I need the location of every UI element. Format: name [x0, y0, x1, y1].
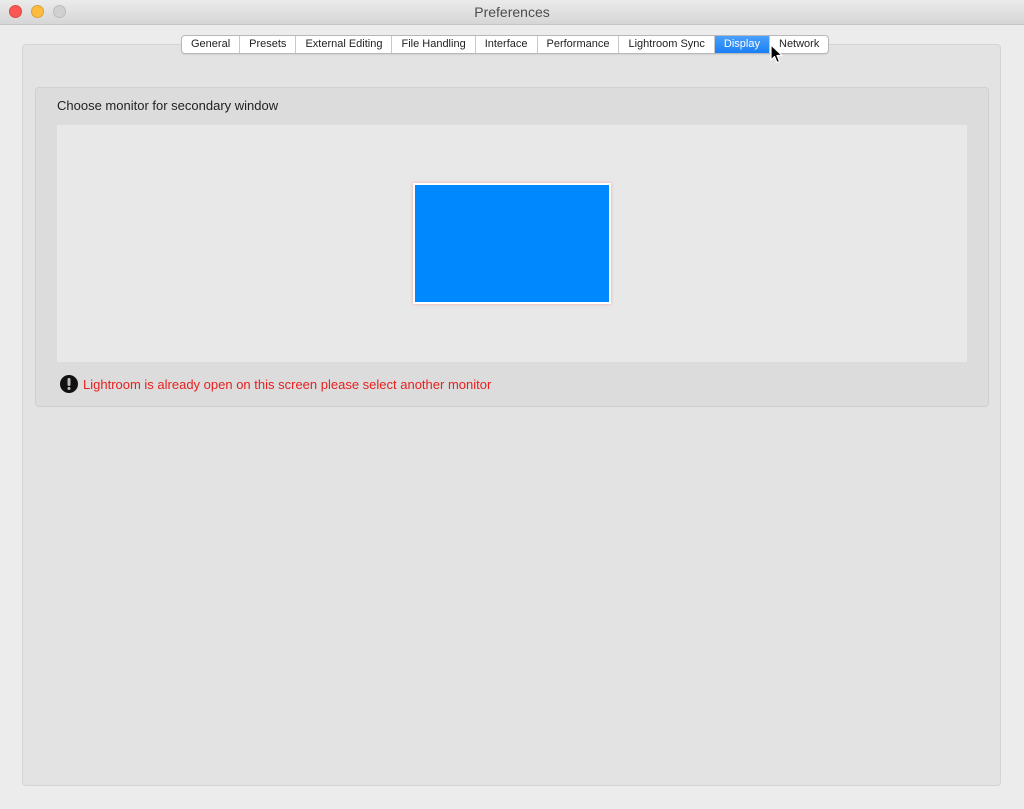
preferences-window: Preferences General Presets External Edi… — [0, 0, 1024, 809]
preferences-tab-bar: General Presets External Editing File Ha… — [181, 35, 830, 54]
tab-performance[interactable]: Performance — [538, 36, 620, 53]
warning-message: Lightroom is already open on this screen… — [60, 375, 491, 393]
tab-external-editing[interactable]: External Editing — [296, 36, 393, 53]
tab-lightroom-sync[interactable]: Lightroom Sync — [619, 36, 715, 53]
title-bar: Preferences — [0, 0, 1024, 25]
tab-presets[interactable]: Presets — [240, 36, 297, 53]
window-title: Preferences — [474, 4, 550, 20]
tab-file-handling[interactable]: File Handling — [392, 36, 476, 53]
exclamation-icon — [60, 375, 78, 393]
monitor-option[interactable] — [413, 183, 611, 304]
tab-display[interactable]: Display — [714, 36, 770, 53]
warning-text: Lightroom is already open on this screen… — [83, 376, 492, 392]
tab-general[interactable]: General — [182, 36, 241, 53]
mouse-pointer-icon — [770, 44, 784, 69]
tab-interface[interactable]: Interface — [476, 36, 538, 53]
group-label: Choose monitor for secondary window — [57, 98, 279, 113]
